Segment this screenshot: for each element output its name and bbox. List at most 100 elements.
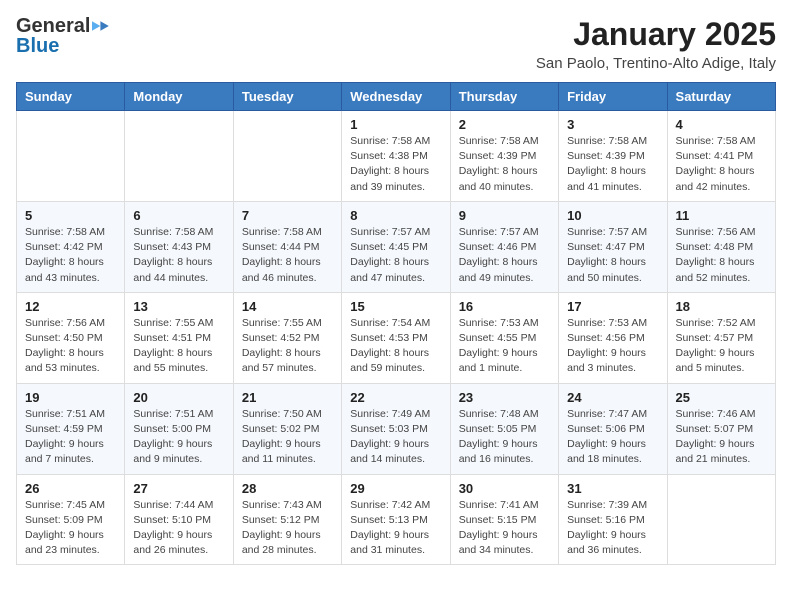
day-number: 31 <box>567 481 658 496</box>
calendar-cell: 23Sunrise: 7:48 AM Sunset: 5:05 PM Dayli… <box>450 383 558 474</box>
calendar-cell <box>125 111 233 202</box>
calendar-cell: 26Sunrise: 7:45 AM Sunset: 5:09 PM Dayli… <box>17 474 125 565</box>
logo-icon <box>92 17 110 35</box>
day-number: 19 <box>25 390 116 405</box>
week-row-1: 1 Sunrise: 7:58 AM Sunset: 4:38 PM Daylig… <box>17 111 776 202</box>
day-number: 27 <box>133 481 224 496</box>
day-number: 17 <box>567 299 658 314</box>
day-info: Sunrise: 7:57 AM Sunset: 4:46 PM Dayligh… <box>459 225 550 286</box>
calendar-cell: 17 Sunrise: 7:53 AM Sunset: 4:56 PM Dayli… <box>559 292 667 383</box>
weekday-header-saturday: Saturday <box>667 83 775 111</box>
calendar-cell: 2Sunrise: 7:58 AM Sunset: 4:39 PM Daylig… <box>450 111 558 202</box>
day-info: Sunrise: 7:50 AM Sunset: 5:02 PM Dayligh… <box>242 407 333 468</box>
day-number: 14 <box>242 299 333 314</box>
logo: General Blue <box>16 16 110 56</box>
day-info: Sunrise: 7:58 AM Sunset: 4:41 PM Dayligh… <box>676 134 767 195</box>
day-number: 5 <box>25 208 116 223</box>
calendar-cell: 4Sunrise: 7:58 AM Sunset: 4:41 PM Daylig… <box>667 111 775 202</box>
week-row-5: 26Sunrise: 7:45 AM Sunset: 5:09 PM Dayli… <box>17 474 776 565</box>
month-title: January 2025 <box>536 16 776 53</box>
day-number: 20 <box>133 390 224 405</box>
day-info: Sunrise: 7:43 AM Sunset: 5:12 PM Dayligh… <box>242 498 333 559</box>
header: General Blue January 2025 San Paolo, Tre… <box>16 16 776 72</box>
day-info: Sunrise: 7:42 AM Sunset: 5:13 PM Dayligh… <box>350 498 441 559</box>
day-info: Sunrise: 7:55 AM Sunset: 4:52 PM Dayligh… <box>242 316 333 377</box>
weekday-header-wednesday: Wednesday <box>342 83 450 111</box>
day-info: Sunrise: 7:58 AM Sunset: 4:39 PM Dayligh… <box>459 134 550 195</box>
day-number: 11 <box>676 208 767 223</box>
calendar-cell: 11 Sunrise: 7:56 AM Sunset: 4:48 PM Dayli… <box>667 201 775 292</box>
day-info: Sunrise: 7:46 AM Sunset: 5:07 PM Dayligh… <box>676 407 767 468</box>
day-number: 26 <box>25 481 116 496</box>
day-info: Sunrise: 7:51 AM Sunset: 4:59 PM Dayligh… <box>25 407 116 468</box>
day-number: 24 <box>567 390 658 405</box>
day-info: Sunrise: 7:49 AM Sunset: 5:03 PM Dayligh… <box>350 407 441 468</box>
week-row-3: 12Sunrise: 7:56 AM Sunset: 4:50 PM Dayli… <box>17 292 776 383</box>
calendar-table: SundayMondayTuesdayWednesdayThursdayFrid… <box>16 82 776 565</box>
calendar-cell: 6Sunrise: 7:58 AM Sunset: 4:43 PM Daylig… <box>125 201 233 292</box>
weekday-header-monday: Monday <box>125 83 233 111</box>
day-info: Sunrise: 7:58 AM Sunset: 4:38 PM Dayligh… <box>350 134 441 195</box>
day-info: Sunrise: 7:52 AM Sunset: 4:57 PM Dayligh… <box>676 316 767 377</box>
calendar-cell <box>667 474 775 565</box>
day-number: 8 <box>350 208 441 223</box>
day-info: Sunrise: 7:56 AM Sunset: 4:48 PM Dayligh… <box>676 225 767 286</box>
calendar-cell: 9 Sunrise: 7:57 AM Sunset: 4:46 PM Daylig… <box>450 201 558 292</box>
day-info: Sunrise: 7:51 AM Sunset: 5:00 PM Dayligh… <box>133 407 224 468</box>
calendar-cell: 13 Sunrise: 7:55 AM Sunset: 4:51 PM Dayli… <box>125 292 233 383</box>
day-info: Sunrise: 7:58 AM Sunset: 4:39 PM Dayligh… <box>567 134 658 195</box>
weekday-header-row: SundayMondayTuesdayWednesdayThursdayFrid… <box>17 83 776 111</box>
calendar-cell: 21Sunrise: 7:50 AM Sunset: 5:02 PM Dayli… <box>233 383 341 474</box>
day-info: Sunrise: 7:41 AM Sunset: 5:15 PM Dayligh… <box>459 498 550 559</box>
logo-blue-text: Blue <box>16 36 59 56</box>
day-number: 25 <box>676 390 767 405</box>
logo-general-text: General <box>16 16 90 36</box>
day-number: 15 <box>350 299 441 314</box>
calendar-cell: 29Sunrise: 7:42 AM Sunset: 5:13 PM Dayli… <box>342 474 450 565</box>
weekday-header-sunday: Sunday <box>17 83 125 111</box>
calendar-cell: 31 Sunrise: 7:39 AM Sunset: 5:16 PM Dayli… <box>559 474 667 565</box>
calendar-cell: 22Sunrise: 7:49 AM Sunset: 5:03 PM Dayli… <box>342 383 450 474</box>
calendar-cell: 5 Sunrise: 7:58 AM Sunset: 4:42 PM Daylig… <box>17 201 125 292</box>
day-info: Sunrise: 7:39 AM Sunset: 5:16 PM Dayligh… <box>567 498 658 559</box>
day-info: Sunrise: 7:57 AM Sunset: 4:45 PM Dayligh… <box>350 225 441 286</box>
day-info: Sunrise: 7:44 AM Sunset: 5:10 PM Dayligh… <box>133 498 224 559</box>
day-number: 13 <box>133 299 224 314</box>
day-info: Sunrise: 7:55 AM Sunset: 4:51 PM Dayligh… <box>133 316 224 377</box>
calendar-cell <box>17 111 125 202</box>
week-row-2: 5 Sunrise: 7:58 AM Sunset: 4:42 PM Daylig… <box>17 201 776 292</box>
day-info: Sunrise: 7:53 AM Sunset: 4:55 PM Dayligh… <box>459 316 550 377</box>
day-info: Sunrise: 7:58 AM Sunset: 4:42 PM Dayligh… <box>25 225 116 286</box>
day-number: 23 <box>459 390 550 405</box>
day-number: 16 <box>459 299 550 314</box>
day-info: Sunrise: 7:54 AM Sunset: 4:53 PM Dayligh… <box>350 316 441 377</box>
calendar-cell: 15 Sunrise: 7:54 AM Sunset: 4:53 PM Dayli… <box>342 292 450 383</box>
calendar-cell: 12Sunrise: 7:56 AM Sunset: 4:50 PM Dayli… <box>17 292 125 383</box>
calendar-cell: 1 Sunrise: 7:58 AM Sunset: 4:38 PM Daylig… <box>342 111 450 202</box>
weekday-header-friday: Friday <box>559 83 667 111</box>
calendar-cell <box>233 111 341 202</box>
calendar-cell: 3 Sunrise: 7:58 AM Sunset: 4:39 PM Daylig… <box>559 111 667 202</box>
day-number: 1 <box>350 117 441 132</box>
week-row-4: 19 Sunrise: 7:51 AM Sunset: 4:59 PM Dayli… <box>17 383 776 474</box>
day-number: 18 <box>676 299 767 314</box>
calendar-cell: 18 Sunrise: 7:52 AM Sunset: 4:57 PM Dayli… <box>667 292 775 383</box>
calendar-cell: 25 Sunrise: 7:46 AM Sunset: 5:07 PM Dayli… <box>667 383 775 474</box>
day-number: 10 <box>567 208 658 223</box>
calendar-cell: 10Sunrise: 7:57 AM Sunset: 4:47 PM Dayli… <box>559 201 667 292</box>
title-area: January 2025 San Paolo, Trentino-Alto Ad… <box>536 16 776 72</box>
day-info: Sunrise: 7:58 AM Sunset: 4:43 PM Dayligh… <box>133 225 224 286</box>
day-info: Sunrise: 7:47 AM Sunset: 5:06 PM Dayligh… <box>567 407 658 468</box>
calendar-cell: 27 Sunrise: 7:44 AM Sunset: 5:10 PM Dayli… <box>125 474 233 565</box>
calendar-cell: 16 Sunrise: 7:53 AM Sunset: 4:55 PM Dayli… <box>450 292 558 383</box>
day-number: 3 <box>567 117 658 132</box>
calendar-cell: 8 Sunrise: 7:57 AM Sunset: 4:45 PM Daylig… <box>342 201 450 292</box>
day-info: Sunrise: 7:53 AM Sunset: 4:56 PM Dayligh… <box>567 316 658 377</box>
calendar-cell: 30 Sunrise: 7:41 AM Sunset: 5:15 PM Dayli… <box>450 474 558 565</box>
day-info: Sunrise: 7:56 AM Sunset: 4:50 PM Dayligh… <box>25 316 116 377</box>
day-number: 7 <box>242 208 333 223</box>
day-number: 30 <box>459 481 550 496</box>
weekday-header-tuesday: Tuesday <box>233 83 341 111</box>
day-number: 9 <box>459 208 550 223</box>
calendar-cell: 24 Sunrise: 7:47 AM Sunset: 5:06 PM Dayli… <box>559 383 667 474</box>
